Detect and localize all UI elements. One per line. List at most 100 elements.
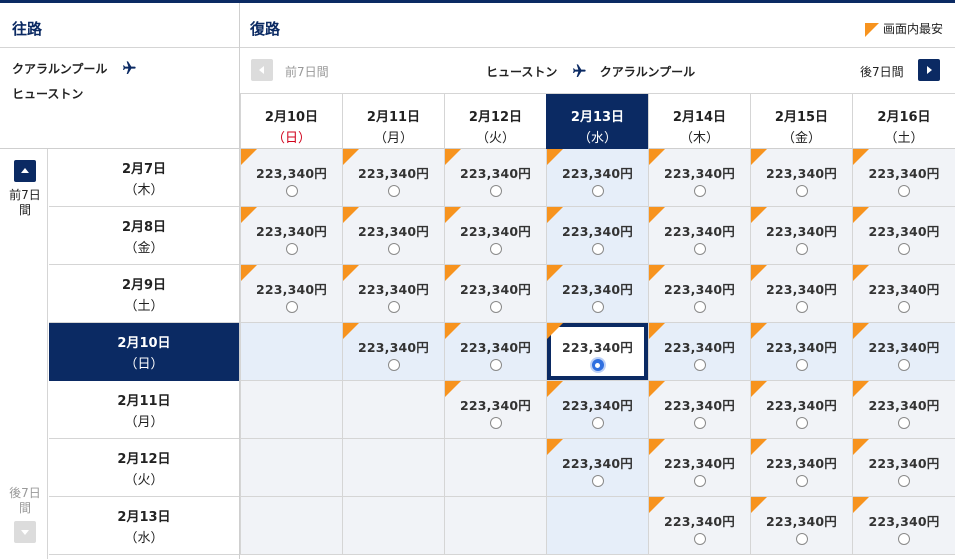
fare-cell[interactable]: 223,340円 bbox=[240, 265, 342, 323]
prev-outbound-week-label[interactable]: 前7日間 bbox=[4, 188, 46, 218]
fare-cell[interactable]: 223,340円 bbox=[648, 149, 750, 207]
fare-cell[interactable]: 223,340円 bbox=[750, 265, 852, 323]
fare-cell[interactable]: 223,340円 bbox=[648, 323, 750, 381]
fare-cell[interactable]: 223,340円 bbox=[444, 323, 546, 381]
fare-radio[interactable] bbox=[898, 475, 910, 487]
fare-radio[interactable] bbox=[898, 417, 910, 429]
fare-cell[interactable]: 223,340円 bbox=[546, 207, 648, 265]
outbound-date-header[interactable]: 2月12日 （火） bbox=[49, 439, 239, 497]
fare-cell[interactable]: 223,340円 bbox=[240, 149, 342, 207]
return-date-header[interactable]: 2月14日 （木） bbox=[648, 94, 750, 149]
prev-week-button[interactable] bbox=[251, 59, 273, 81]
fare-radio[interactable] bbox=[285, 243, 298, 255]
fare-radio[interactable] bbox=[795, 359, 808, 371]
fare-cell[interactable]: 223,340円 bbox=[444, 207, 546, 265]
fare-radio[interactable] bbox=[898, 533, 910, 545]
fare-radio[interactable] bbox=[693, 533, 706, 545]
fare-radio[interactable] bbox=[591, 301, 604, 313]
return-date-header[interactable]: 2月13日 （水） bbox=[546, 94, 648, 149]
fare-radio[interactable] bbox=[489, 243, 502, 255]
fare-radio[interactable] bbox=[795, 185, 808, 197]
fare-radio[interactable] bbox=[898, 359, 910, 371]
fare-cell[interactable]: 223,340円 bbox=[444, 381, 546, 439]
fare-radio[interactable] bbox=[795, 417, 808, 429]
return-date-header[interactable]: 2月10日 （日） bbox=[240, 94, 342, 149]
fare-cell[interactable]: 223,340円 bbox=[852, 381, 955, 439]
fare-radio[interactable] bbox=[898, 301, 910, 313]
fare-cell[interactable]: 223,340円 bbox=[444, 265, 546, 323]
fare-radio[interactable] bbox=[693, 417, 706, 429]
fare-cell[interactable]: 223,340円 bbox=[240, 207, 342, 265]
fare-radio[interactable] bbox=[489, 185, 502, 197]
fare-cell[interactable]: 223,340円 bbox=[852, 323, 955, 381]
fare-cell[interactable]: 223,340円 bbox=[852, 265, 955, 323]
outbound-date-header[interactable]: 2月7日 （木） bbox=[49, 149, 239, 207]
fare-radio[interactable] bbox=[898, 243, 910, 255]
fare-radio[interactable] bbox=[591, 417, 604, 429]
return-date-header[interactable]: 2月15日 （金） bbox=[750, 94, 852, 149]
fare-radio[interactable] bbox=[591, 475, 604, 487]
fare-radio[interactable] bbox=[693, 301, 706, 313]
fare-cell[interactable]: 223,340円 bbox=[852, 207, 955, 265]
fare-radio[interactable] bbox=[795, 301, 808, 313]
fare-cell[interactable]: 223,340円 bbox=[342, 149, 444, 207]
fare-radio-selected[interactable] bbox=[591, 359, 604, 371]
fare-cell[interactable]: 223,340円 bbox=[750, 149, 852, 207]
fare-cell[interactable]: 223,340円 bbox=[648, 497, 750, 555]
fare-radio[interactable] bbox=[693, 185, 706, 197]
fare-cell[interactable]: 223,340円 bbox=[750, 497, 852, 555]
outbound-date-header[interactable]: 2月9日 （土） bbox=[49, 265, 239, 323]
fare-radio[interactable] bbox=[693, 243, 706, 255]
next-week-label[interactable]: 後7日間 bbox=[860, 63, 904, 80]
fare-cell[interactable]: 223,340円 bbox=[648, 207, 750, 265]
fare-cell[interactable]: 223,340円 bbox=[750, 207, 852, 265]
next-week-button[interactable] bbox=[918, 59, 940, 81]
fare-radio[interactable] bbox=[387, 359, 400, 371]
prev-week-label[interactable]: 前7日間 bbox=[285, 63, 329, 80]
fare-radio[interactable] bbox=[489, 359, 502, 371]
return-date-header[interactable]: 2月12日 （火） bbox=[444, 94, 546, 149]
fare-cell[interactable]: 223,340円 bbox=[342, 265, 444, 323]
fare-radio[interactable] bbox=[898, 185, 910, 197]
return-date-header[interactable]: 2月11日 （月） bbox=[342, 94, 444, 149]
outbound-date-header[interactable]: 2月10日 （日） bbox=[49, 323, 239, 381]
fare-cell[interactable]: 223,340円 bbox=[546, 439, 648, 497]
fare-cell[interactable]: 223,340円 bbox=[852, 439, 955, 497]
fare-radio[interactable] bbox=[285, 301, 298, 313]
fare-radio[interactable] bbox=[489, 301, 502, 313]
fare-radio[interactable] bbox=[795, 533, 808, 545]
fare-radio[interactable] bbox=[795, 243, 808, 255]
fare-cell[interactable]: 223,340円 bbox=[546, 323, 648, 381]
fare-cell[interactable]: 223,340円 bbox=[750, 439, 852, 497]
fare-radio[interactable] bbox=[489, 417, 502, 429]
fare-cell[interactable]: 223,340円 bbox=[546, 381, 648, 439]
fare-radio[interactable] bbox=[387, 301, 400, 313]
outbound-date-header[interactable]: 2月8日 （金） bbox=[49, 207, 239, 265]
fare-cell[interactable]: 223,340円 bbox=[852, 149, 955, 207]
fare-cell[interactable]: 223,340円 bbox=[648, 381, 750, 439]
fare-cell[interactable]: 223,340円 bbox=[546, 265, 648, 323]
fare-cell[interactable]: 223,340円 bbox=[648, 265, 750, 323]
return-date-header[interactable]: 2月16日 （土） bbox=[852, 94, 955, 149]
fare-cell[interactable]: 223,340円 bbox=[750, 323, 852, 381]
prev-outbound-week-button[interactable] bbox=[14, 160, 36, 182]
outbound-date-header[interactable]: 2月13日 （水） bbox=[49, 497, 239, 555]
next-outbound-week-button[interactable] bbox=[14, 521, 36, 543]
fare-cell[interactable]: 223,340円 bbox=[342, 323, 444, 381]
next-outbound-week-label[interactable]: 後7日間 bbox=[4, 486, 46, 516]
fare-radio[interactable] bbox=[285, 185, 298, 197]
fare-cell[interactable]: 223,340円 bbox=[342, 207, 444, 265]
fare-cell[interactable]: 223,340円 bbox=[852, 497, 955, 555]
fare-radio[interactable] bbox=[795, 475, 808, 487]
outbound-date-header[interactable]: 2月11日 （月） bbox=[49, 381, 239, 439]
fare-radio[interactable] bbox=[591, 185, 604, 197]
fare-cell[interactable]: 223,340円 bbox=[750, 381, 852, 439]
fare-radio[interactable] bbox=[387, 185, 400, 197]
fare-radio[interactable] bbox=[591, 243, 604, 255]
fare-radio[interactable] bbox=[693, 359, 706, 371]
fare-radio[interactable] bbox=[387, 243, 400, 255]
fare-cell[interactable]: 223,340円 bbox=[444, 149, 546, 207]
fare-cell[interactable]: 223,340円 bbox=[648, 439, 750, 497]
fare-radio[interactable] bbox=[693, 475, 706, 487]
fare-cell[interactable]: 223,340円 bbox=[546, 149, 648, 207]
